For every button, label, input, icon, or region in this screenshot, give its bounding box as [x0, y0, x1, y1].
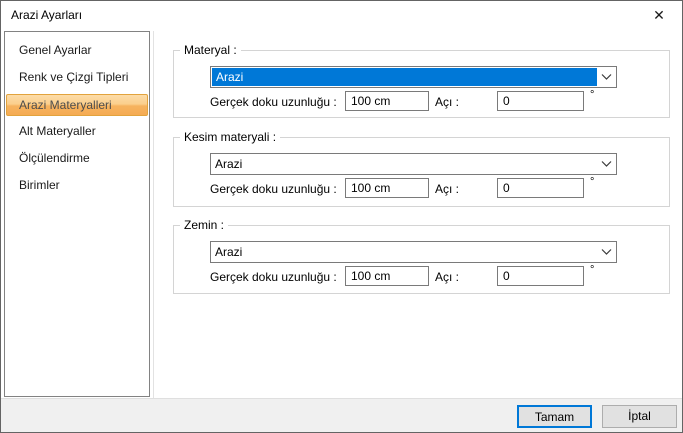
group-zemin: Zemin : Arazi Gerçek doku uzunluğu : Açı…: [173, 225, 670, 294]
ok-button[interactable]: Tamam: [517, 405, 592, 428]
title-bar: Arazi Ayarları ✕: [1, 1, 682, 29]
texture-length-input[interactable]: [345, 178, 429, 198]
group-materyal-legend: Materyal :: [180, 43, 241, 58]
angle-input[interactable]: [497, 266, 584, 286]
texture-length-label: Gerçek doku uzunluğu :: [210, 182, 337, 196]
texture-length-input[interactable]: [345, 91, 429, 111]
sidebar-item-alt-materyaller[interactable]: Alt Materyaller: [6, 118, 148, 145]
texture-length-label: Gerçek doku uzunluğu :: [210, 270, 337, 284]
kesim-materyali-combobox[interactable]: Arazi: [210, 153, 617, 175]
sidebar-item-renk-ve-cizgi-tipleri[interactable]: Renk ve Çizgi Tipleri: [6, 64, 148, 91]
texture-length-input[interactable]: [345, 266, 429, 286]
chevron-down-icon: [597, 67, 616, 87]
chevron-down-icon: [597, 242, 616, 262]
materyal-combobox-value: Arazi: [212, 68, 597, 86]
chevron-down-icon: [597, 154, 616, 174]
degree-symbol: °: [590, 89, 594, 101]
materyal-combobox[interactable]: Arazi: [210, 66, 617, 88]
close-icon[interactable]: ✕: [636, 1, 682, 29]
angle-input[interactable]: [497, 178, 584, 198]
zemin-combobox[interactable]: Arazi: [210, 241, 617, 263]
panel-separator: [153, 31, 154, 399]
dialog-footer: Tamam İptal: [1, 398, 682, 432]
zemin-combobox-value: Arazi: [211, 242, 597, 262]
angle-label: Açı :: [435, 182, 459, 196]
sidebar-item-olculendirme[interactable]: Ölçülendirme: [6, 145, 148, 172]
settings-category-list: Genel Ayarlar Renk ve Çizgi Tipleri Araz…: [4, 31, 150, 397]
sidebar-item-genel-ayarlar[interactable]: Genel Ayarlar: [6, 37, 148, 64]
angle-label: Açı :: [435, 95, 459, 109]
degree-symbol: °: [590, 264, 594, 276]
sidebar-item-birimler[interactable]: Birimler: [6, 172, 148, 199]
terrain-settings-dialog: Arazi Ayarları ✕ Genel Ayarlar Renk ve Ç…: [0, 0, 683, 433]
sidebar-item-arazi-materyalleri[interactable]: Arazi Materyalleri: [6, 94, 148, 116]
group-kesim-materyali: Kesim materyali : Arazi Gerçek doku uzun…: [173, 137, 670, 207]
cancel-button[interactable]: İptal: [602, 405, 677, 428]
degree-symbol: °: [590, 176, 594, 188]
group-kesim-legend: Kesim materyali :: [180, 130, 280, 145]
group-materyal: Materyal : Arazi Gerçek doku uzunluğu : …: [173, 50, 670, 118]
angle-input[interactable]: [497, 91, 584, 111]
texture-length-label: Gerçek doku uzunluğu :: [210, 95, 337, 109]
kesim-combobox-value: Arazi: [211, 154, 597, 174]
angle-label: Açı :: [435, 270, 459, 284]
group-zemin-legend: Zemin :: [180, 218, 228, 233]
dialog-title: Arazi Ayarları: [11, 1, 82, 29]
